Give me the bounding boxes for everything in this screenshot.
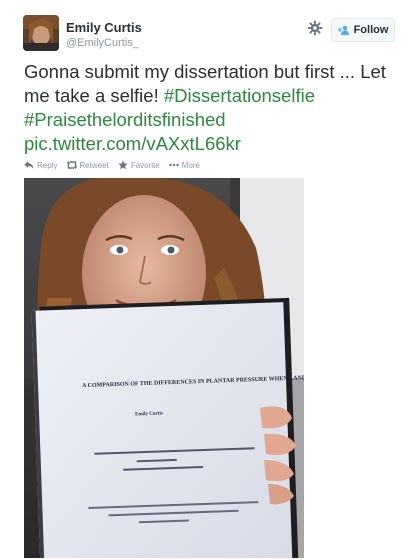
ellipsis-icon: [169, 160, 179, 170]
reply-icon: [24, 160, 34, 170]
favorite-button[interactable]: Favorite: [118, 160, 160, 170]
tweet-photo[interactable]: A COMPARISON OF THE DIFFERENCES IN PLANT…: [24, 178, 304, 558]
retweet-icon: [66, 160, 78, 170]
user-name[interactable]: Emily Curtis: [66, 20, 142, 35]
reply-button[interactable]: Reply: [24, 160, 57, 170]
tweet-text: Gonna submit my dissertation but first .…: [24, 60, 404, 156]
reply-label: Reply: [37, 160, 58, 170]
user-handle[interactable]: @EmilyCurtis_: [66, 37, 139, 49]
tweet-card: Emily Curtis @EmilyCurtis_ Follow Gonna …: [0, 0, 419, 560]
document-author: Emily Curtis: [135, 411, 163, 417]
favorite-label: Favorite: [130, 160, 160, 170]
tweet-media-link[interactable]: pic.twitter.com/vAXxtL66kr: [24, 133, 241, 154]
retweet-button[interactable]: Retweet: [66, 160, 109, 170]
follow-label: Follow: [353, 24, 389, 36]
more-button[interactable]: More: [169, 160, 200, 170]
hashtag-praisethelorditsfinished[interactable]: #Praisethelorditsfinished: [24, 109, 226, 130]
more-label: More: [181, 160, 200, 170]
star-icon: [118, 160, 128, 170]
avatar[interactable]: [23, 15, 59, 51]
gear-icon[interactable]: [307, 20, 323, 36]
hashtag-dissertationselfie[interactable]: #Dissertationselfie: [164, 85, 315, 106]
add-user-icon: [337, 25, 350, 35]
follow-button[interactable]: Follow: [331, 18, 395, 42]
retweet-label: Retweet: [79, 160, 109, 170]
tweet-actions: Reply Retweet Favorite More: [24, 158, 209, 172]
